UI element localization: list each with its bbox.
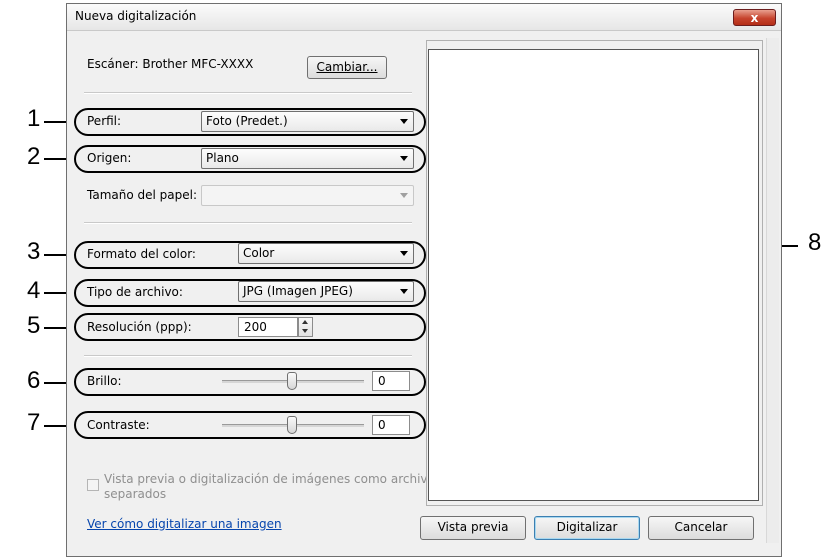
- separator: [84, 355, 412, 357]
- paper-size-select[interactable]: [201, 185, 414, 206]
- profile-label: Perfil:: [87, 114, 122, 128]
- callout-4: 4: [27, 277, 41, 304]
- contrast-input[interactable]: 0: [372, 415, 410, 435]
- resolution-input[interactable]: 200: [238, 317, 298, 337]
- resolution-label: Resolución (ppp):: [87, 320, 192, 334]
- file-type-label: Tipo de archivo:: [87, 285, 183, 299]
- color-format-label: Formato del color:: [87, 247, 196, 261]
- title-bar: Nueva digitalización x: [67, 4, 781, 31]
- contrast-slider-thumb[interactable]: [287, 416, 297, 434]
- window-title: Nueva digitalización: [75, 9, 197, 23]
- scanner-label: Escáner: Brother MFC-XXXX: [87, 57, 254, 71]
- stepper-up-icon[interactable]: [302, 320, 308, 324]
- callout-1: 1: [27, 105, 41, 132]
- close-icon: x: [750, 11, 759, 25]
- paper-size-label: Tamaño del papel:: [87, 188, 197, 202]
- separate-files-label: Vista previa o digitalización de imágene…: [104, 472, 442, 486]
- help-link[interactable]: Ver cómo digitalizar una imagen: [87, 517, 282, 531]
- file-type-select[interactable]: JPG (Imagen JPEG): [238, 281, 414, 302]
- brightness-input[interactable]: 0: [372, 371, 410, 391]
- separator: [84, 222, 412, 224]
- profile-select[interactable]: Foto (Predet.): [201, 111, 414, 132]
- source-select[interactable]: Plano: [201, 148, 414, 169]
- contrast-label: Contraste:: [87, 418, 150, 432]
- close-button[interactable]: x: [733, 9, 776, 26]
- separate-files-checkbox[interactable]: [87, 479, 99, 491]
- separate-files-label-line2: separados: [104, 487, 167, 501]
- callout-2: 2: [27, 143, 41, 170]
- source-label: Origen:: [87, 151, 132, 165]
- callout-8: 8: [808, 229, 822, 256]
- chevron-down-icon: [400, 119, 408, 124]
- resolution-stepper[interactable]: [298, 317, 313, 337]
- separator: [84, 92, 412, 94]
- chevron-down-icon: [400, 193, 408, 198]
- color-format-select[interactable]: Color: [238, 243, 414, 264]
- callout-7: 7: [27, 409, 41, 436]
- scan-button[interactable]: Digitalizar: [534, 516, 640, 540]
- callout-6: 6: [27, 367, 41, 394]
- callout-3: 3: [27, 238, 41, 265]
- brightness-label: Brillo:: [87, 374, 122, 388]
- cancel-button[interactable]: Cancelar: [648, 516, 754, 540]
- preview-area: [428, 49, 759, 501]
- chevron-down-icon: [400, 251, 408, 256]
- chevron-down-icon: [400, 156, 408, 161]
- change-scanner-button[interactable]: Cambiar...: [307, 56, 387, 79]
- chevron-down-icon: [400, 289, 408, 294]
- preview-button[interactable]: Vista previa: [420, 516, 526, 540]
- brightness-slider-thumb[interactable]: [287, 372, 297, 390]
- window-scrollbar[interactable]: [766, 38, 779, 543]
- stepper-down-icon[interactable]: [302, 329, 308, 333]
- callout-5: 5: [27, 312, 41, 339]
